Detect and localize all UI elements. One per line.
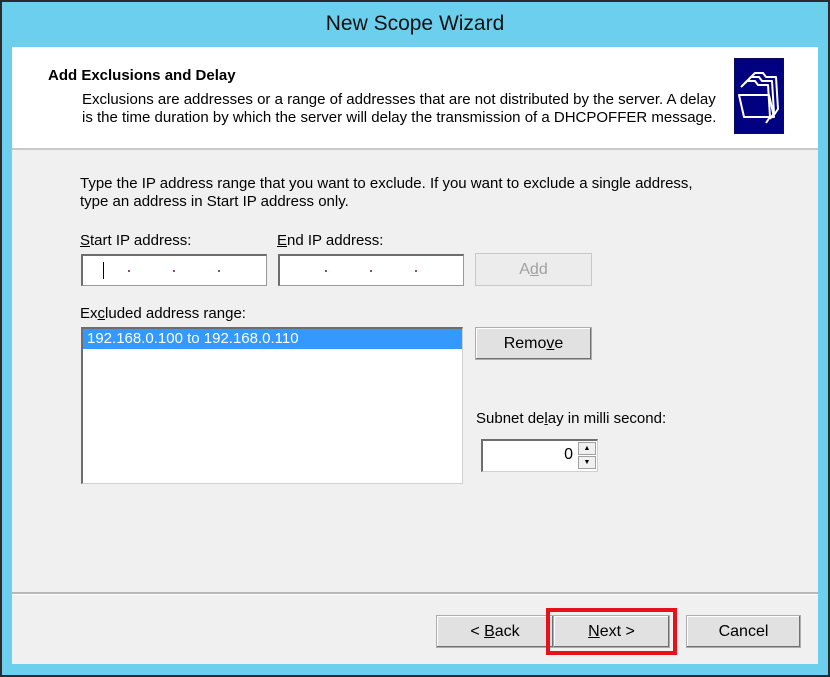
spin-down-arrow-icon[interactable]: ▼	[578, 456, 596, 469]
spin-up-arrow-icon[interactable]: ▲	[578, 442, 596, 455]
instruction-text: Type the IP address range that you want …	[80, 175, 693, 210]
folders-icon	[734, 58, 784, 134]
page-description: Exclusions are addresses or a range of a…	[82, 91, 717, 126]
excluded-range-list[interactable]: 192.168.0.100 to 192.168.0.110	[81, 327, 463, 484]
back-button[interactable]: < Back	[436, 615, 554, 648]
cancel-button[interactable]: Cancel	[686, 615, 801, 648]
excluded-range-label: Excluded address range:	[80, 305, 246, 322]
footer-divider	[12, 592, 818, 595]
remove-button[interactable]: Remove	[475, 327, 592, 360]
list-item[interactable]: 192.168.0.100 to 192.168.0.110	[83, 329, 462, 349]
next-button-highlight	[546, 608, 677, 655]
text-caret	[103, 262, 104, 279]
wizard-header: Add Exclusions and Delay Exclusions are …	[12, 47, 818, 150]
subnet-delay-spinner[interactable]: 0 ▲ ▼	[481, 439, 598, 472]
wizard-window: New Scope Wizard Add Exclusions and Dela…	[2, 2, 828, 675]
end-ip-input[interactable]	[278, 254, 464, 286]
subnet-delay-value[interactable]: 0	[564, 446, 573, 464]
window-title: New Scope Wizard	[325, 12, 505, 35]
subnet-delay-label: Subnet delay in milli second:	[476, 410, 667, 427]
add-button[interactable]: Add	[475, 253, 592, 286]
page-title: Add Exclusions and Delay	[48, 67, 236, 84]
start-ip-input[interactable]	[81, 254, 267, 286]
start-ip-label: Start IP address:	[80, 232, 192, 249]
end-ip-label: End IP address:	[277, 232, 384, 249]
wizard-client-area: Add Exclusions and Delay Exclusions are …	[12, 47, 818, 664]
